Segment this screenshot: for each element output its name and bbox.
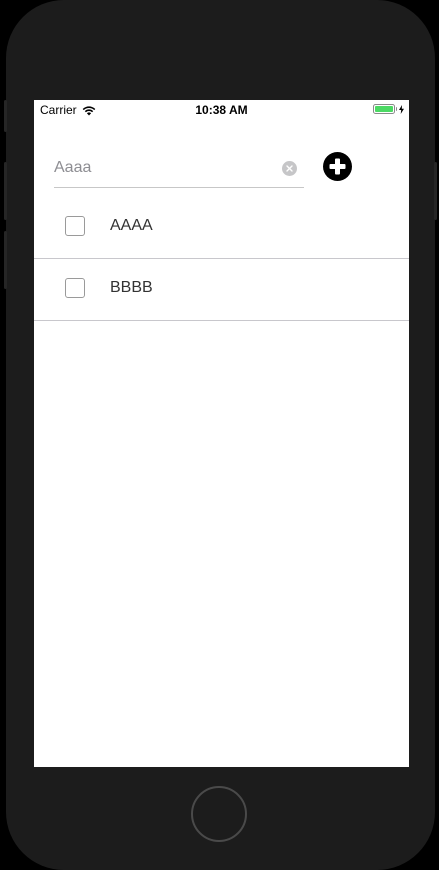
list-item[interactable]: BBBB bbox=[34, 259, 409, 321]
status-time: 10:38 AM bbox=[195, 103, 248, 117]
charging-bolt-icon bbox=[399, 104, 404, 114]
todo-list: AAAA BBBB bbox=[34, 197, 409, 321]
new-item-field bbox=[54, 150, 304, 188]
plus-circle-icon bbox=[329, 158, 346, 175]
add-item-button[interactable] bbox=[323, 152, 352, 181]
volume-down-button bbox=[4, 231, 7, 289]
item-checkbox[interactable] bbox=[65, 216, 85, 236]
battery-indicator bbox=[372, 104, 404, 114]
item-checkbox[interactable] bbox=[65, 278, 85, 298]
power-button bbox=[434, 162, 437, 220]
list-item[interactable]: AAAA bbox=[34, 197, 409, 259]
clear-circle-icon bbox=[286, 165, 293, 172]
item-label: AAAA bbox=[110, 217, 153, 234]
item-label: BBBB bbox=[110, 279, 153, 296]
battery-cap bbox=[395, 107, 397, 111]
mute-switch bbox=[4, 100, 7, 132]
volume-up-button bbox=[4, 162, 7, 220]
battery-level bbox=[374, 106, 393, 112]
status-bar: Carrier 10:38 AM bbox=[34, 100, 409, 120]
home-button[interactable] bbox=[191, 786, 247, 842]
new-item-input[interactable] bbox=[54, 150, 274, 186]
battery-icon bbox=[372, 104, 395, 114]
app-screen: Carrier 10:38 AM Aaaa AAAA BBBB bbox=[34, 100, 409, 767]
clear-text-button[interactable] bbox=[282, 161, 297, 176]
